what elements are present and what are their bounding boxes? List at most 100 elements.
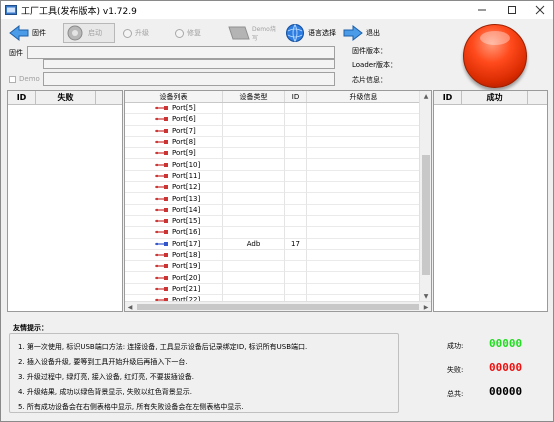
device-row[interactable]: Port[8] <box>125 136 421 149</box>
device-type-cell <box>223 283 285 296</box>
port-name: Port[14] <box>172 205 201 214</box>
device-id-cell <box>285 215 307 228</box>
device-id-cell <box>285 148 307 160</box>
demo-checkbox[interactable]: Demo <box>9 75 40 83</box>
grid-horizontal-scrollbar[interactable]: ◀ ▶ <box>125 301 431 311</box>
upgrade-info-cell <box>307 227 421 239</box>
device-id-cell <box>285 114 307 126</box>
port-name: Port[10] <box>172 160 201 169</box>
maximize-button[interactable] <box>497 1 527 19</box>
scroll-right-icon[interactable]: ▶ <box>421 302 431 311</box>
usb-plug-icon <box>155 196 168 201</box>
device-row[interactable]: Port[10] <box>125 159 421 171</box>
device-row[interactable]: Port[6] <box>125 114 421 126</box>
upgrade-info-cell <box>307 114 421 126</box>
device-id-cell <box>285 249 307 262</box>
restore-radio[interactable]: 修复 <box>175 28 201 38</box>
device-row[interactable]: Port[9] <box>125 148 421 160</box>
failed-table-header: ID 失败 <box>8 91 122 105</box>
tip-item: 4. 升级结果, 成功以绿色背景显示, 失败以红色背景显示. <box>18 388 193 396</box>
col-device-type: 设备类型 <box>223 91 285 102</box>
device-port-cell: Port[10] <box>125 159 223 171</box>
upgrade-info-cell <box>307 238 421 250</box>
exit-button[interactable]: 退出 <box>341 23 393 43</box>
scroll-down-icon[interactable]: ▼ <box>420 291 431 301</box>
device-row[interactable]: Port[20] <box>125 272 421 284</box>
gear-icon <box>64 23 86 43</box>
failed-devices-panel[interactable]: ID 失败 <box>7 90 123 312</box>
device-row[interactable]: Port[19] <box>125 261 421 273</box>
device-id-cell <box>285 182 307 194</box>
port-name: Port[6] <box>172 115 196 124</box>
demo-burn-button[interactable]: Demo烧写 <box>227 23 279 43</box>
scroll-up-icon[interactable]: ▲ <box>420 91 431 101</box>
close-button[interactable] <box>525 1 554 19</box>
upgrade-info-cell <box>307 272 421 284</box>
language-button[interactable]: 语言选择 <box>283 23 337 43</box>
device-port-cell: Port[21] <box>125 283 223 296</box>
minimize-button[interactable] <box>467 1 497 19</box>
device-port-cell: Port[12] <box>125 182 223 194</box>
device-port-cell: Port[15] <box>125 215 223 228</box>
upgrade-radio[interactable]: 升级 <box>123 28 149 38</box>
device-row[interactable]: Port[7] <box>125 125 421 137</box>
col-device-list: 设备列表 <box>125 91 223 102</box>
device-list-grid[interactable]: 设备列表 设备类型 ID 升级信息 Port[5] Port[6] Port[7] P… <box>124 90 432 312</box>
device-grid-body: Port[5] Port[6] Port[7] Port[8] Port[9] Port[… <box>125 103 421 307</box>
device-type-cell <box>223 148 285 160</box>
scroll-left-icon[interactable]: ◀ <box>125 302 135 311</box>
device-port-cell: Port[20] <box>125 272 223 284</box>
success-table-header: ID 成功 <box>434 91 547 105</box>
arrow-left-icon <box>8 23 30 43</box>
device-type-cell <box>223 227 285 239</box>
chip-info-label: 芯片信息： <box>352 76 387 84</box>
usb-plug-icon <box>155 253 168 257</box>
usb-plug-icon <box>155 162 168 167</box>
tips-section: 友情提示： 1. 第一次使用, 标识USB端口方法: 连接设备, 工具显示设备后… <box>9 319 399 413</box>
failed-col-id: ID <box>8 91 36 104</box>
device-port-cell: Port[6] <box>125 114 223 126</box>
firmware-version-label: 固件版本： <box>352 47 387 55</box>
device-row[interactable]: Port[13] <box>125 193 421 205</box>
usb-plug-icon <box>155 140 168 145</box>
scroll-thumb[interactable] <box>137 304 419 310</box>
device-row[interactable]: Port[16] <box>125 227 421 239</box>
port-name: Port[17] <box>172 239 201 248</box>
device-id-cell <box>285 227 307 239</box>
device-type-cell <box>223 272 285 284</box>
port-name: Port[19] <box>172 262 201 271</box>
device-row[interactable]: Port[15] <box>125 215 421 228</box>
fail-count-value: 00000 <box>489 361 523 374</box>
device-row[interactable]: Port[17] Adb 17 <box>125 238 421 250</box>
device-port-cell: Port[8] <box>125 136 223 149</box>
success-col-id: ID <box>434 91 462 104</box>
device-row[interactable]: Port[11] <box>125 170 421 183</box>
device-row[interactable]: Port[21] <box>125 283 421 296</box>
scroll-thumb[interactable] <box>422 155 430 275</box>
success-devices-panel[interactable]: ID 成功 <box>433 90 548 312</box>
col-upgrade-info: 升级信息 <box>307 91 421 102</box>
success-count-value: 00000 <box>489 337 523 350</box>
app-window: 工厂工具(发布版本) v1.72.9 固件 启动 升级 修复 Demo烧写 语言… <box>0 0 554 422</box>
device-row[interactable]: Port[18] <box>125 249 421 262</box>
total-count-value: 00000 <box>489 385 523 398</box>
upgrade-info-cell <box>307 103 421 115</box>
upgrade-info-cell <box>307 204 421 216</box>
grid-vertical-scrollbar[interactable]: ▲ ▼ <box>419 91 431 301</box>
big-red-start-button[interactable] <box>463 24 527 88</box>
device-id-cell <box>285 283 307 296</box>
firmware-button[interactable]: 固件 <box>7 23 59 43</box>
upgrade-info-cell <box>307 283 421 296</box>
device-port-cell: Port[5] <box>125 103 223 115</box>
port-name: Port[5] <box>172 104 196 113</box>
device-row[interactable]: Port[12] <box>125 182 421 194</box>
chip-icon <box>228 23 250 43</box>
demo-path-field[interactable] <box>43 72 335 86</box>
device-port-cell: Port[16] <box>125 227 223 239</box>
start-button[interactable]: 启动 <box>63 23 115 43</box>
device-row[interactable]: Port[14] <box>125 204 421 216</box>
device-row[interactable]: Port[5] <box>125 103 421 115</box>
upgrade-info-cell <box>307 136 421 149</box>
success-count-label: 成功: <box>447 342 464 350</box>
firmware-path-field[interactable] <box>27 46 335 59</box>
